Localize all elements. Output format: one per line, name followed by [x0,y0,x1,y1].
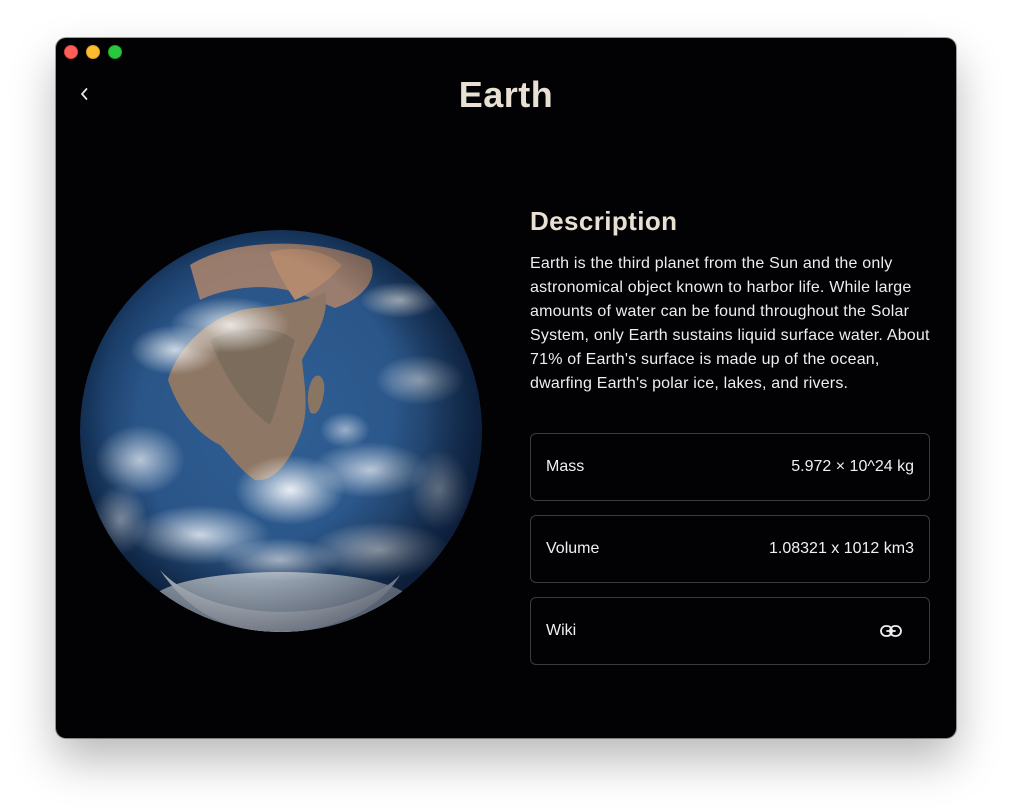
volume-value: 1.08321 x 1012 km3 [769,540,914,557]
wiki-link-card[interactable]: Wiki [530,597,930,665]
window-controls [64,45,122,59]
volume-label: Volume [546,540,600,557]
app-window: Earth Description Earth is the third pla… [56,38,956,738]
description-text: Earth is the third planet from the Sun a… [530,255,930,392]
volume-card: Volume 1.08321 x 1012 km3 [530,515,930,583]
page-title: Earth [458,74,554,115]
minimize-window-button[interactable] [86,45,100,59]
mass-label: Mass [546,458,585,475]
mass-value: 5.972 × 10^24 kg [791,458,914,475]
maximize-window-button[interactable] [108,45,122,59]
earth-image [80,230,482,632]
close-window-button[interactable] [64,45,78,59]
wiki-label: Wiki [546,622,577,639]
mass-card: Mass 5.972 × 10^24 kg [530,433,930,501]
description-heading: Description [530,206,678,236]
link-icon[interactable] [880,624,902,638]
